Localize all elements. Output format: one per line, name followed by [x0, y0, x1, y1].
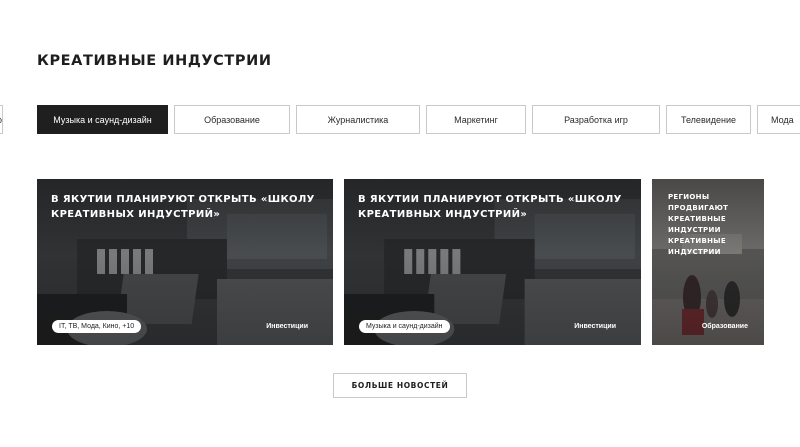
news-card[interactable]: В Якутии планируют открыть «Школу креати…: [344, 179, 641, 345]
news-card[interactable]: Регионы продвигают креативные индустрии …: [652, 179, 764, 345]
news-card-category: Образование: [701, 323, 748, 330]
news-card-title: Регионы продвигают креативные индустрии …: [668, 193, 729, 256]
news-card-category: Инвестиции: [266, 323, 308, 330]
tab-partial-left[interactable]: о: [0, 105, 3, 134]
category-tabs: о Музыка и саунд-дизайн Образование Журн…: [0, 105, 800, 134]
tab-label: Образование: [204, 114, 260, 125]
tab-label: Мода: [771, 114, 794, 125]
tab-label: Телевидение: [680, 114, 737, 125]
tab-label: Музыка и саунд-дизайн: [53, 114, 152, 125]
section-title: КРЕАТИВНЫЕ ИНДУСТРИИ: [37, 53, 272, 69]
tab-game-development[interactable]: Разработка игр: [532, 105, 660, 134]
news-card[interactable]: В Якутии планируют открыть «Школу креати…: [37, 179, 333, 345]
news-card-category: Инвестиции: [574, 323, 616, 330]
page: КРЕАТИВНЫЕ ИНДУСТРИИ о Музыка и саунд-ди…: [0, 0, 800, 447]
news-card-tag[interactable]: Музыка и саунд-дизайн: [359, 320, 450, 333]
news-card-title: В Якутии планируют открыть «Школу креати…: [358, 194, 622, 220]
tab-marketing[interactable]: Маркетинг: [426, 105, 526, 134]
tab-fashion[interactable]: Мода: [757, 105, 800, 134]
news-card-title: В Якутии планируют открыть «Школу креати…: [51, 194, 315, 220]
tab-label: Маркетинг: [454, 114, 498, 125]
tab-label: Разработка игр: [564, 114, 628, 125]
tab-journalism[interactable]: Журналистика: [296, 105, 420, 134]
more-news-button[interactable]: БОЛЬШЕ НОВОСТЕЙ: [333, 373, 467, 398]
tab-label: о: [0, 115, 2, 125]
tab-education[interactable]: Образование: [174, 105, 290, 134]
tab-label: Журналистика: [327, 114, 389, 125]
news-card-tag[interactable]: IT, ТВ, Мода, Кино, +10: [52, 320, 142, 333]
tab-television[interactable]: Телевидение: [666, 105, 751, 134]
tab-music-sound-design[interactable]: Музыка и саунд-дизайн: [37, 105, 168, 134]
